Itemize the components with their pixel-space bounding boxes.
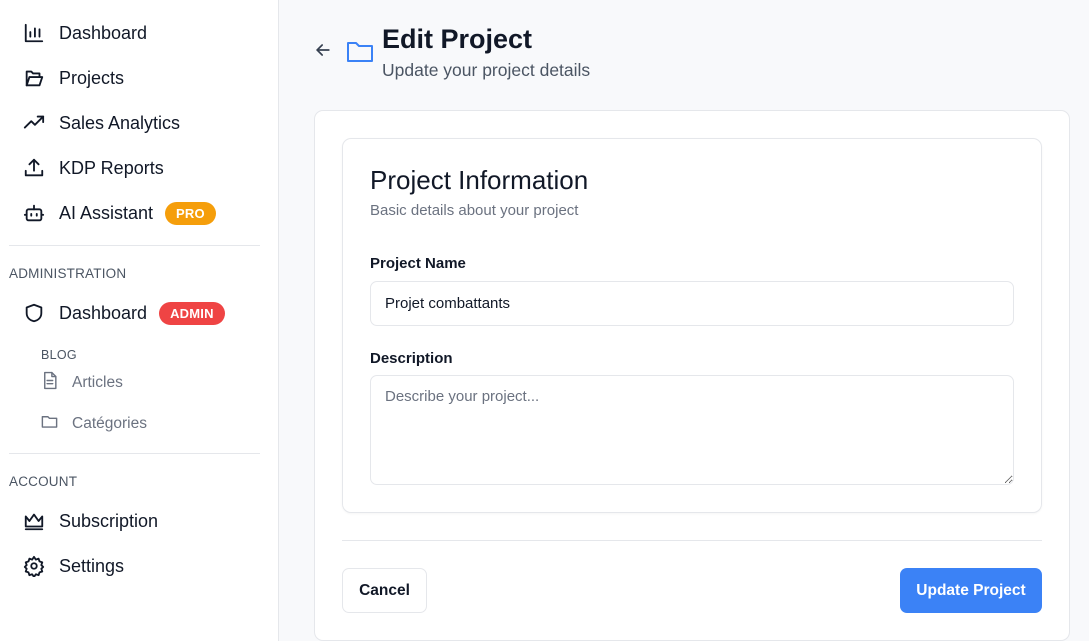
trending-up-icon — [22, 111, 46, 135]
sidebar-item-label: Dashboard — [59, 22, 148, 43]
arrow-left-icon — [313, 44, 333, 64]
folder-icon — [40, 412, 59, 436]
cancel-button[interactable]: Cancel — [342, 568, 427, 613]
sidebar-item-label: Articles — [72, 374, 123, 391]
file-text-icon — [40, 371, 59, 395]
bar-chart-icon — [22, 21, 46, 45]
sidebar-divider — [9, 453, 260, 454]
form-footer-divider — [342, 540, 1042, 541]
sidebar: Dashboard Projects Sales Analytics KDP R… — [0, 0, 279, 641]
shield-icon — [22, 301, 46, 325]
sidebar-item-categories[interactable]: Catégories — [40, 410, 147, 438]
sidebar-item-label: Sales Analytics — [59, 112, 181, 133]
admin-badge: ADMIN — [159, 301, 225, 325]
update-project-button[interactable]: Update Project — [900, 568, 1042, 613]
crown-icon — [22, 509, 46, 533]
sidebar-item-kdp-reports[interactable]: KDP Reports — [22, 150, 164, 186]
sidebar-item-label: AI Assistant — [59, 202, 154, 223]
sidebar-item-label: Subscription — [59, 510, 159, 531]
sidebar-item-settings[interactable]: Settings — [22, 548, 124, 584]
upload-icon — [22, 156, 46, 180]
sidebar-item-projects[interactable]: Projects — [22, 60, 124, 96]
sidebar-item-sales-analytics[interactable]: Sales Analytics — [22, 105, 180, 141]
card-title: Project Information — [370, 165, 589, 195]
project-name-label: Project Name — [370, 255, 466, 272]
sidebar-item-label: Settings — [59, 555, 125, 576]
sidebar-divider — [9, 245, 260, 246]
card-description: Basic details about your project — [370, 202, 579, 219]
page-title: Edit Project — [382, 24, 533, 54]
section-title-blog: BLOG — [41, 348, 77, 362]
page-subtitle: Update your project details — [382, 60, 591, 80]
section-title-administration: ADMINISTRATION — [9, 266, 127, 281]
sidebar-item-dashboard[interactable]: Dashboard — [22, 15, 147, 51]
sidebar-item-subscription[interactable]: Subscription — [22, 503, 158, 539]
pro-badge: PRO — [165, 201, 216, 225]
sidebar-item-admin-dashboard[interactable]: Dashboard ADMIN — [22, 295, 225, 331]
sidebar-item-articles[interactable]: Articles — [40, 369, 123, 397]
project-name-input[interactable] — [370, 281, 1014, 326]
description-label: Description — [370, 350, 453, 367]
sidebar-item-label: KDP Reports — [59, 157, 164, 178]
description-textarea[interactable] — [370, 375, 1014, 485]
gear-icon — [22, 554, 46, 578]
bot-icon — [22, 201, 46, 225]
sidebar-item-label: Dashboard — [59, 302, 148, 323]
sidebar-item-label: Catégories — [72, 415, 147, 432]
back-button[interactable] — [313, 40, 337, 64]
sidebar-item-ai-assistant[interactable]: AI Assistant PRO — [22, 195, 216, 231]
section-title-account: ACCOUNT — [9, 474, 78, 489]
folder-icon — [346, 38, 374, 69]
sidebar-item-label: Projects — [59, 67, 125, 88]
folder-open-icon — [22, 66, 46, 90]
